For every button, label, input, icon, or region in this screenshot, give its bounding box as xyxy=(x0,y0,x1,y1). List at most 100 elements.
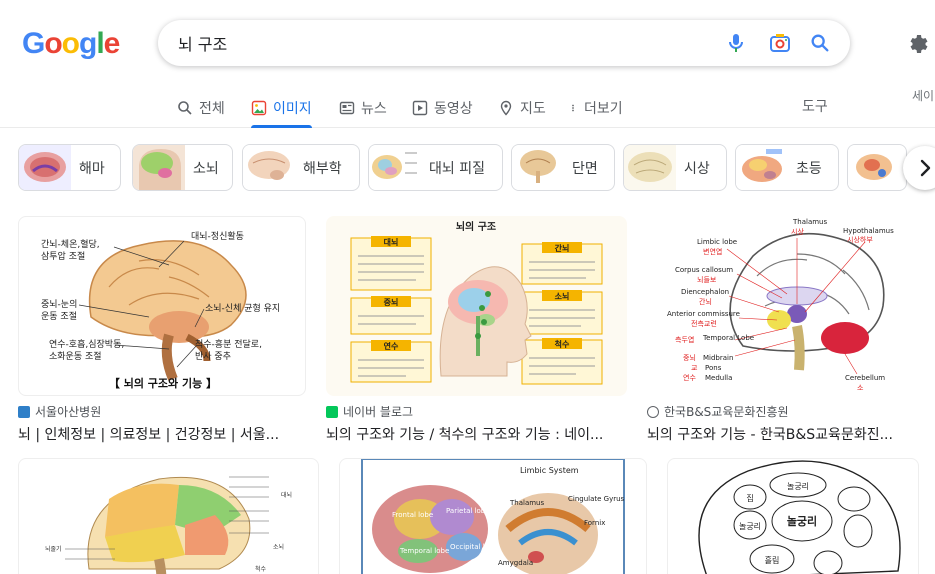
safesearch-label[interactable]: 세이 xyxy=(912,87,934,104)
image-result[interactable]: Thalamus 시상 Hypothalamus 시상하부 Limbic lob… xyxy=(647,216,919,444)
chip-cerebellum[interactable]: 소뇌 xyxy=(132,144,233,191)
image-icon xyxy=(251,100,267,115)
result-image[interactable]: Limbic System Thalamus Cingulate Gyrus F… xyxy=(339,458,647,574)
tab-news[interactable]: 뉴스 xyxy=(339,88,387,127)
image-caption: 뇌의 구조 xyxy=(456,220,496,233)
result-source[interactable]: 네이버 블로그 xyxy=(326,403,627,420)
image-label: 소 xyxy=(857,384,864,392)
google-logo[interactable]: Google xyxy=(22,27,120,61)
search-icon xyxy=(178,100,192,115)
image-label: 시상 xyxy=(791,227,804,236)
image-label: Temporal Lobe xyxy=(702,334,754,342)
image-label: 연수 xyxy=(683,374,696,382)
image-label: 척수-흥분 전달로, xyxy=(195,338,262,350)
image-label: 측두엽 xyxy=(675,335,694,344)
image-label: Occipital lobe xyxy=(450,543,498,551)
result-title[interactable]: 뇌 | 인체정보 | 의료정보 | 건강정보 | 서울... xyxy=(18,424,306,444)
chip-thumbnail xyxy=(736,145,788,190)
image-label: Cerebellum xyxy=(845,374,885,382)
news-icon xyxy=(339,101,355,114)
result-image[interactable]: 뇌의 구조 대뇌 중뇌 연수 간뇌 소뇌 척수 xyxy=(326,216,627,396)
image-label: 대뇌 xyxy=(281,491,292,499)
image-label: 소뇌 xyxy=(555,291,570,301)
tab-maps[interactable]: 지도 xyxy=(498,88,546,127)
image-label: 집 xyxy=(746,493,753,503)
image-label: 소화운동 조절 xyxy=(49,350,102,362)
image-label: Anterior commissure xyxy=(667,310,740,318)
image-label: 중뇌-눈의 xyxy=(41,299,77,310)
image-result[interactable]: 뇌의 구조 대뇌 중뇌 연수 간뇌 소뇌 척수 네이버 블로그 뇌의 구조와 기… xyxy=(326,216,627,444)
chip-thumbnail xyxy=(369,145,421,190)
image-result[interactable]: 대뇌 소뇌 척수 뇌줄기 xyxy=(18,458,319,574)
image-label: 간뇌 xyxy=(555,243,570,253)
tab-more[interactable]: 더보기 xyxy=(568,88,623,127)
chip-partial[interactable] xyxy=(847,144,907,191)
image-label: 대뇌 xyxy=(384,237,399,247)
tab-images[interactable]: 이미지 xyxy=(251,88,312,128)
image-result[interactable]: Limbic System Thalamus Cingulate Gyrus F… xyxy=(339,458,647,574)
image-label: 중뇌 xyxy=(683,353,696,362)
search-box[interactable] xyxy=(158,20,850,66)
result-image[interactable]: 대뇌-정신활동 간뇌-체온,혈당, 삼투압 조절 중뇌-눈의 운동 조절 소뇌-… xyxy=(18,216,306,396)
image-label: Thalamus xyxy=(509,499,544,507)
result-title[interactable]: 뇌의 구조와 기능 / 척수의 구조와 기능 : 네이... xyxy=(326,424,627,444)
image-label: Amygdala xyxy=(498,559,533,567)
image-label: 간뇌-체온,혈당, xyxy=(41,238,100,250)
image-label: Medulla xyxy=(705,374,732,382)
image-result[interactable]: 놀궁리 놀궁리 놀궁리 흘림 집 xyxy=(667,458,919,574)
image-label: 교 xyxy=(691,364,698,372)
image-label: Midbrain xyxy=(703,354,733,362)
search-tabs: 전체 이미지 뉴스 동영상 지도 더보기 xyxy=(0,88,935,128)
result-image[interactable]: 대뇌 소뇌 척수 뇌줄기 xyxy=(18,458,319,574)
image-label: 반사 중추 xyxy=(195,351,231,362)
image-label: 대뇌-정신활동 xyxy=(191,230,244,242)
image-label: 놀궁리 xyxy=(787,482,809,491)
result-source[interactable]: 한국B&S교육문화진흥원 xyxy=(647,403,919,420)
image-label: Temporal lobe xyxy=(399,547,449,555)
chevron-right-icon[interactable] xyxy=(903,146,935,190)
microphone-icon[interactable] xyxy=(724,31,748,55)
image-label: 변연엽 xyxy=(703,247,722,256)
image-label: Limbic System xyxy=(520,466,579,475)
tab-videos[interactable]: 동영상 xyxy=(412,88,473,127)
image-label: 흘림 xyxy=(765,555,780,565)
chip-thalamus[interactable]: 시상 xyxy=(623,144,727,191)
result-image[interactable]: Thalamus 시상 Hypothalamus 시상하부 Limbic lob… xyxy=(647,216,919,396)
search-input[interactable] xyxy=(178,33,698,53)
search-icon[interactable] xyxy=(808,31,832,55)
image-label: Frontal lobe xyxy=(392,511,433,519)
image-label: Limbic lobe xyxy=(697,238,737,246)
chip-cross-section[interactable]: 단면 xyxy=(511,144,615,191)
chip-elementary[interactable]: 초등 xyxy=(735,144,839,191)
image-label: 연수 xyxy=(384,341,399,351)
image-label: 척수 xyxy=(255,565,267,573)
image-label: 전측교련 xyxy=(691,319,717,328)
image-label: 운동 조절 xyxy=(41,310,77,322)
image-result[interactable]: 대뇌-정신활동 간뇌-체온,혈당, 삼투압 조절 중뇌-눈의 운동 조절 소뇌-… xyxy=(18,216,306,444)
image-label: 시상하부 xyxy=(847,235,873,244)
video-icon xyxy=(412,100,428,115)
tools-button[interactable]: 도구 xyxy=(802,96,828,116)
result-source[interactable]: 서울아산병원 xyxy=(18,403,306,420)
image-caption: 【 뇌의 구조와 기능 】 xyxy=(109,376,217,390)
image-label: Thalamus xyxy=(792,218,827,226)
chip-thumbnail xyxy=(512,145,564,190)
map-pin-icon xyxy=(500,100,512,116)
camera-lens-icon[interactable] xyxy=(768,31,792,55)
more-vert-icon xyxy=(572,104,574,111)
chip-thumbnail xyxy=(19,145,71,190)
chip-thumbnail xyxy=(133,145,185,190)
tab-all[interactable]: 전체 xyxy=(177,88,225,127)
result-image[interactable]: 놀궁리 놀궁리 놀궁리 흘림 집 xyxy=(667,458,919,574)
image-label: 소뇌-신체 균형 유지 xyxy=(205,303,280,314)
image-label: 놀궁리 xyxy=(739,522,761,531)
chip-thumbnail xyxy=(243,145,295,190)
image-label: 척수 xyxy=(555,339,570,349)
settings-gear-icon[interactable] xyxy=(905,32,929,56)
chip-anatomy[interactable]: 해부학 xyxy=(242,144,360,191)
image-label: Corpus callosum xyxy=(675,266,733,274)
chip-hippocampus[interactable]: 해마 xyxy=(18,144,121,191)
chip-cerebral-cortex[interactable]: 대뇌 피질 xyxy=(368,144,503,191)
result-title[interactable]: 뇌의 구조와 기능 - 한국B&S교육문화진... xyxy=(647,424,919,444)
image-label: 연수-호흡,심장박동, xyxy=(49,338,124,350)
